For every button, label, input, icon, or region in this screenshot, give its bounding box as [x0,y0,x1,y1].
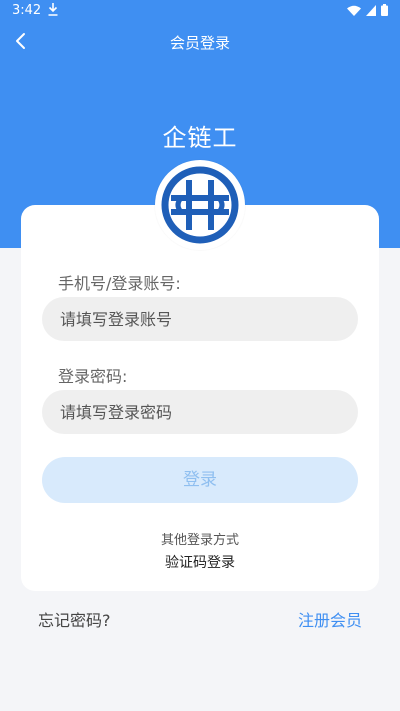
password-label: 登录密码: [58,367,128,386]
forgot-password-link[interactable]: 忘记密码? [38,607,111,631]
page-title: 会员登录 [169,34,230,52]
signal-icon [366,4,376,16]
sms-login-link[interactable]: 验证码登录 [0,552,400,572]
account-input[interactable] [42,297,358,341]
nav-bar: 会员登录 [0,22,400,60]
download-icon [48,3,58,16]
login-button[interactable]: 登录 [42,457,358,503]
other-login-methods-label: 其他登录方式 [160,533,239,548]
phone-label: 手机号/登录账号: [58,274,181,293]
status-icons [347,4,388,16]
company-logo [155,160,245,250]
password-input[interactable] [42,390,358,434]
status-time: 3:42 [12,3,42,18]
battery-icon [381,4,388,16]
logo-emblem-icon [161,166,239,244]
brand-name: 企链工 [162,124,238,152]
register-link[interactable]: 注册会员 [298,607,362,631]
status-bar: 3:42 [0,0,400,22]
wifi-icon [347,5,361,16]
